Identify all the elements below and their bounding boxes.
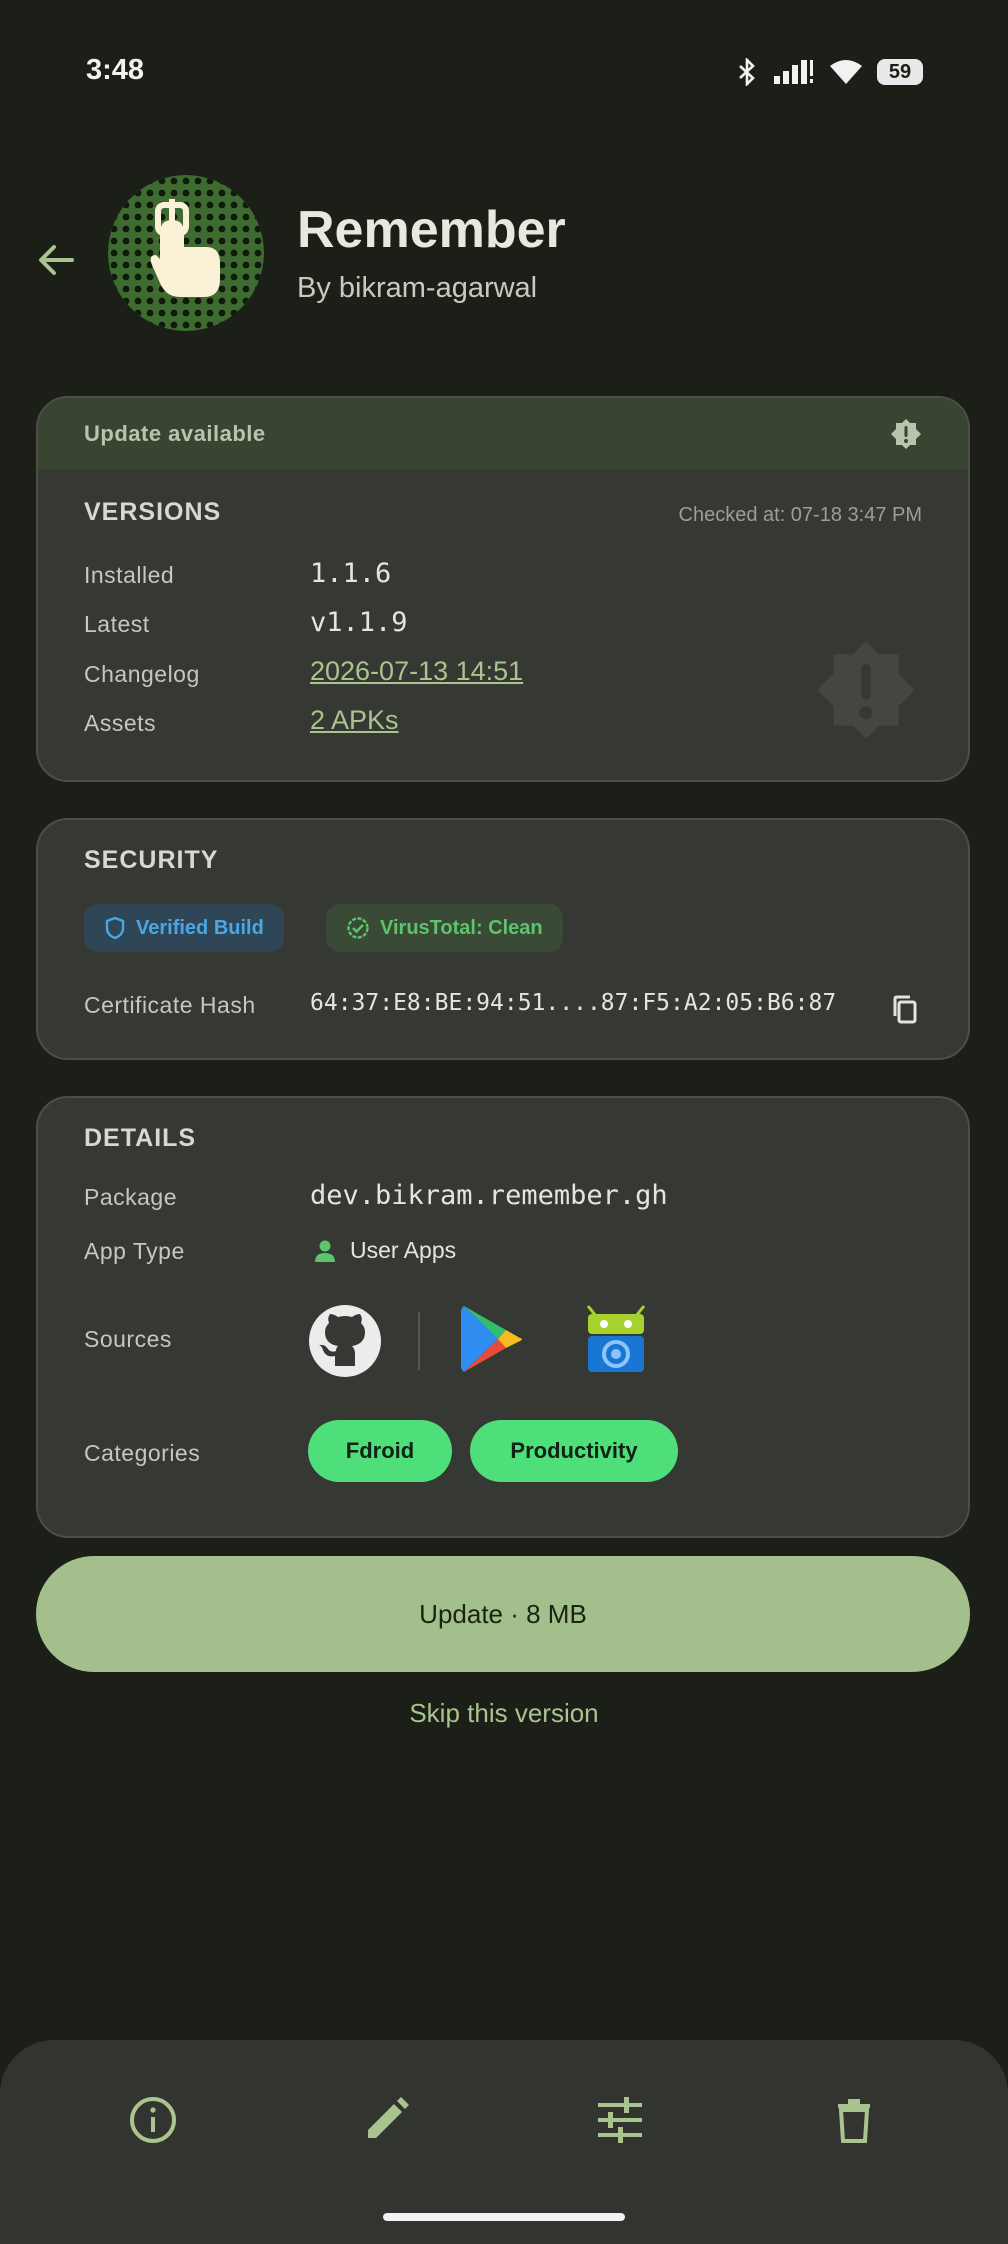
update-banner-text: Update available: [84, 421, 266, 446]
latest-value: v1.1.9: [310, 607, 408, 638]
tune-sliders-icon[interactable]: [594, 2094, 646, 2146]
installed-value: 1.1.6: [310, 558, 392, 589]
details-title: DETAILS: [84, 1124, 197, 1152]
assets-label: Assets: [84, 710, 157, 736]
verified-build-text: Verified Build: [136, 916, 264, 939]
category-chip-productivity[interactable]: Productivity: [470, 1420, 678, 1482]
status-icons: 59: [735, 58, 923, 86]
verified-check-icon: [347, 917, 369, 939]
copy-icon[interactable]: [890, 994, 920, 1026]
security-card: SECURITY Verified Build VirusTotal: Clea…: [36, 818, 970, 1060]
app-author: By bikram-agarwal: [297, 272, 538, 304]
info-icon[interactable]: [127, 2094, 179, 2146]
details-card: DETAILS Package dev.bikram.remember.gh A…: [36, 1096, 970, 1538]
battery-indicator: 59: [877, 59, 923, 85]
delete-trash-icon[interactable]: [828, 2094, 880, 2146]
certificate-hash-label: Certificate Hash: [84, 992, 256, 1018]
status-time: 3:48: [86, 54, 145, 86]
update-banner: Update available: [38, 398, 968, 470]
package-label: Package: [84, 1184, 178, 1210]
changelog-link[interactable]: 2026-07-13 14:51: [310, 656, 523, 687]
app-title: Remember: [297, 201, 566, 259]
app-type-value: User Apps: [350, 1237, 457, 1263]
wifi-icon: [830, 60, 862, 84]
edit-pencil-icon[interactable]: [360, 2094, 412, 2146]
sources-label: Sources: [84, 1326, 172, 1352]
versions-card: Update available VERSIONS Checked at: 07…: [36, 396, 970, 782]
home-indicator[interactable]: [383, 2213, 625, 2221]
verified-build-badge: Verified Build: [84, 904, 284, 952]
google-play-icon[interactable]: [458, 1302, 528, 1376]
fdroid-icon[interactable]: [582, 1304, 650, 1374]
categories-label: Categories: [84, 1440, 201, 1466]
package-value: dev.bikram.remember.gh: [310, 1180, 668, 1211]
skip-version-link[interactable]: Skip this version: [0, 1698, 1008, 1729]
update-button[interactable]: Update · 8 MB: [36, 1556, 970, 1672]
virustotal-badge: VirusTotal: Clean: [326, 904, 563, 952]
changelog-label: Changelog: [84, 661, 200, 687]
virustotal-text: VirusTotal: Clean: [380, 916, 543, 939]
checked-at: Checked at: 07-18 3:47 PM: [678, 504, 922, 526]
assets-link[interactable]: 2 APKs: [310, 705, 399, 736]
signal-icon: [774, 60, 813, 84]
certificate-hash-value: 64:37:E8:BE:94:51....87:F5:A2:05:B6:87: [310, 990, 837, 1016]
category-chip-fdroid[interactable]: Fdroid: [308, 1420, 452, 1482]
latest-label: Latest: [84, 611, 150, 637]
app-icon: [108, 175, 264, 331]
versions-title: VERSIONS: [84, 498, 222, 526]
shield-icon: [105, 916, 125, 940]
alert-watermark-icon: [817, 641, 915, 739]
security-title: SECURITY: [84, 846, 219, 874]
installed-label: Installed: [84, 562, 175, 588]
person-icon: [315, 1240, 335, 1262]
alert-badge-icon: [891, 419, 921, 449]
bluetooth-icon: [739, 58, 755, 86]
sources-divider: [418, 1312, 420, 1370]
back-arrow-icon[interactable]: [34, 238, 78, 282]
app-type-label: App Type: [84, 1238, 185, 1264]
github-icon[interactable]: [308, 1304, 382, 1378]
